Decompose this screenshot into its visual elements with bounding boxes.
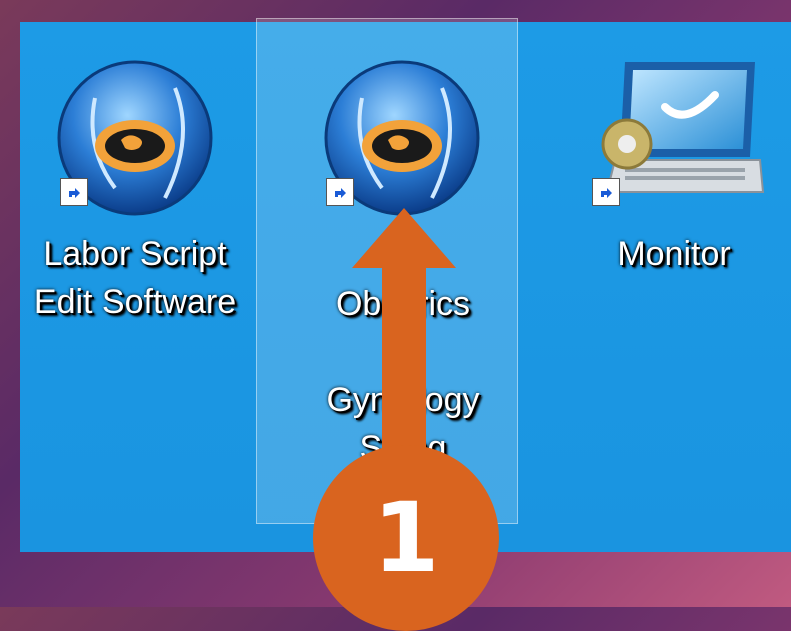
annotation-arrow-head <box>352 208 456 268</box>
shortcut-arrow-icon <box>60 178 88 206</box>
shortcut-arrow-icon <box>592 178 620 206</box>
icon-label: Monitor <box>617 235 731 273</box>
step-number: 1 <box>372 482 440 594</box>
shortcut-arrow-icon <box>326 178 354 206</box>
icon-label: Labor Script Edit Software <box>33 235 237 321</box>
step-number-badge: 1 <box>313 445 499 631</box>
